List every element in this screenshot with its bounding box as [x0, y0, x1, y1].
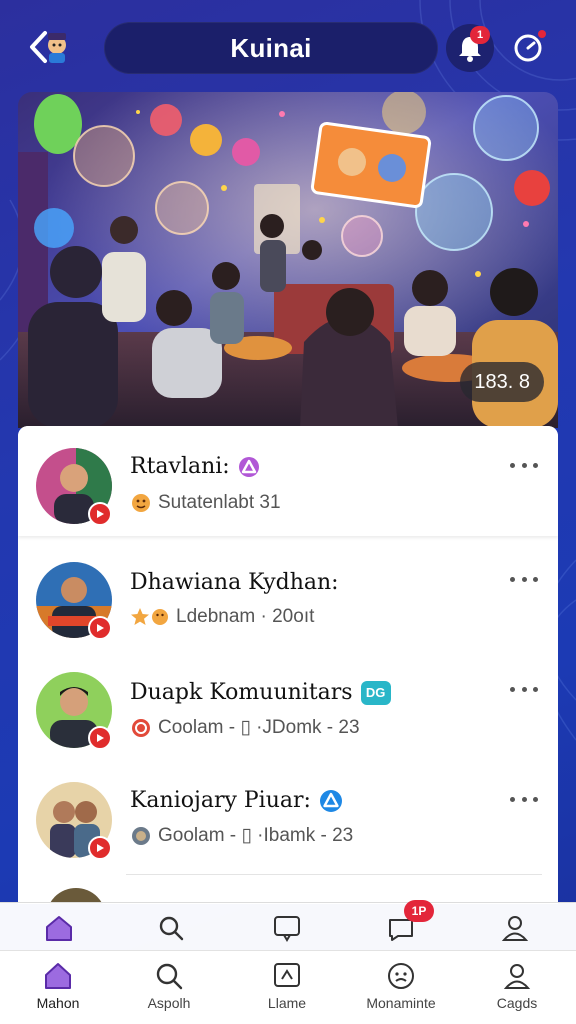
timer-dot	[538, 30, 546, 38]
search-icon	[159, 916, 184, 941]
item-subtitle: Coolam - ▯ ·JDomk - 23	[158, 717, 360, 738]
page-title: Kuinai	[230, 32, 312, 63]
play-badge	[88, 616, 112, 640]
back-arrow-icon	[30, 31, 66, 63]
profile-icon	[501, 916, 529, 941]
list-item[interactable]: Kaniojary Piuar: Goolam - ▯ ·Ibamk - 23	[18, 772, 558, 882]
item-name: Rtavlani:	[130, 454, 230, 479]
item-name: Duapk Komuunitars	[130, 680, 353, 705]
community-list: Rtavlani: Sutatenlabt 31 Dhawiana Kydhan…	[18, 426, 558, 904]
play-icon	[97, 624, 104, 632]
item-subtitle: Goolam - ▯ ·Ibamk - 23	[158, 825, 354, 846]
top-bar: Kuinai 1	[0, 0, 576, 92]
tab-search-label: Aspolh	[147, 995, 191, 1011]
more-options-button[interactable]	[510, 572, 538, 586]
tab-moments[interactable]: Monaminte	[346, 959, 456, 1021]
timer-button[interactable]	[506, 26, 550, 70]
photo-icon	[132, 826, 150, 845]
item-name: Dhawiana Kydhan:	[130, 570, 339, 595]
tab-profile-label: Cagds	[496, 995, 538, 1011]
tab-moments-label: Monaminte	[366, 995, 436, 1011]
more-options-button[interactable]	[510, 682, 538, 696]
notification-badge: 1	[470, 26, 490, 44]
page-title-pill: Kuinai	[104, 22, 438, 74]
emoji-icon	[132, 494, 150, 512]
divider	[126, 874, 542, 875]
list-item[interactable]: Dhawiana Kydhan: Ldebnam · 20oıt	[18, 550, 558, 660]
ring-icon	[132, 718, 150, 737]
notifications-button[interactable]: 1	[446, 24, 494, 72]
more-options-button[interactable]	[510, 792, 538, 806]
list-item[interactable]: Rtavlani: Sutatenlabt 31	[18, 426, 558, 536]
profile-icon	[503, 964, 531, 989]
ghost-home-icon[interactable]	[42, 911, 76, 945]
triangle-badge-blue-icon	[319, 789, 342, 812]
inbox-badge: 1P	[404, 900, 434, 922]
item-subtitle: Sutatenlabt 31	[158, 492, 281, 513]
bottom-tab-bar: Mahon Aspolh Llame Monaminte Cagds	[0, 950, 576, 1024]
play-badge	[88, 502, 112, 526]
item-subtitle: Ldebnam · 20oıt	[176, 606, 315, 627]
tab-home[interactable]: Mahon	[3, 959, 113, 1021]
ghost-profile-icon[interactable]	[498, 911, 532, 945]
secondary-tab-bar	[0, 902, 576, 950]
play-icon	[97, 844, 104, 852]
more-options-button[interactable]	[510, 458, 538, 472]
home-icon	[46, 916, 72, 941]
play-badge	[88, 726, 112, 750]
chat-icon	[274, 916, 300, 942]
ghost-chat-icon[interactable]	[270, 911, 304, 945]
item-name: Kaniojary Piuar:	[130, 788, 311, 813]
home-icon	[45, 963, 71, 989]
play-icon	[97, 510, 104, 518]
list-item[interactable]: Duapk Komuunitars DG Coolam - ▯ ·JDomk -…	[18, 662, 558, 772]
back-button[interactable]	[26, 26, 72, 68]
tab-chat-label: Llame	[267, 995, 307, 1011]
tab-home-label: Mahon	[36, 995, 80, 1011]
star-emoji-icon	[131, 608, 168, 625]
dg-badge: DG	[360, 680, 391, 705]
ghost-search-icon[interactable]	[154, 911, 188, 945]
tab-profile[interactable]: Cagds	[462, 959, 572, 1021]
play-icon	[97, 734, 104, 742]
search-icon	[156, 963, 183, 990]
hero-image[interactable]: 183. 8	[18, 92, 558, 428]
hero-counter-badge: 183. 8	[460, 362, 544, 402]
tab-search[interactable]: Aspolh	[114, 959, 224, 1021]
triangle-badge-purple-icon	[238, 456, 259, 477]
tab-chat[interactable]: Llame	[232, 959, 342, 1021]
play-badge	[88, 836, 112, 860]
face-icon	[388, 963, 414, 989]
chat-icon	[274, 963, 300, 987]
